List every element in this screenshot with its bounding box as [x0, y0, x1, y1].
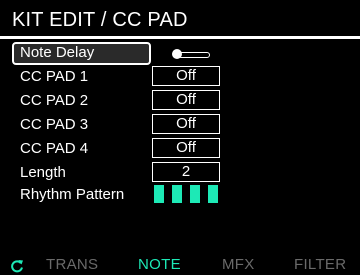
tab-trans[interactable]: TRANS — [46, 255, 98, 275]
param-row-cc-pad-4[interactable]: CC PAD 4 Off — [12, 138, 222, 160]
param-row-cc-pad-3[interactable]: CC PAD 3 Off — [12, 114, 222, 136]
page-title: KIT EDIT / CC PAD — [12, 9, 188, 31]
param-value-cc-pad-2[interactable]: Off — [152, 90, 220, 110]
tab-filter[interactable]: FILTER — [294, 255, 346, 275]
param-value-cc-pad-4[interactable]: Off — [152, 138, 220, 158]
param-row-note-delay[interactable]: Note Delay — [12, 42, 222, 65]
param-row-rhythm-pattern[interactable]: Rhythm Pattern — [12, 184, 222, 206]
param-row-length[interactable]: Length 2 — [12, 162, 222, 184]
param-value-cc-pad-1[interactable]: Off — [152, 66, 220, 86]
tab-note[interactable]: NOTE — [138, 255, 181, 275]
toggle-track — [178, 52, 210, 58]
toggle-knob — [172, 49, 182, 59]
rhythm-step-1[interactable] — [154, 185, 164, 203]
kit-edit-screen: KIT EDIT / CC PAD Note Delay CC PAD 1 Of… — [0, 0, 360, 275]
param-label-note-delay: Note Delay — [20, 44, 95, 61]
bottom-tab-bar: TRANS NOTE MFX FILTER — [0, 255, 360, 275]
refresh-icon[interactable] — [10, 259, 24, 273]
tab-mfx[interactable]: MFX — [222, 255, 255, 275]
rhythm-step-3[interactable] — [190, 185, 200, 203]
rhythm-step-2[interactable] — [172, 185, 182, 203]
param-label-length: Length — [20, 164, 66, 181]
param-label-rhythm-pattern: Rhythm Pattern — [20, 186, 125, 203]
param-value-length[interactable]: 2 — [152, 162, 220, 182]
rhythm-step-4[interactable] — [208, 185, 218, 203]
param-label-cc-pad-2: CC PAD 2 — [20, 92, 89, 109]
param-label-cc-pad-4: CC PAD 4 — [20, 140, 89, 157]
param-label-cc-pad-3: CC PAD 3 — [20, 116, 89, 133]
title-divider — [0, 36, 360, 39]
param-value-cc-pad-3[interactable]: Off — [152, 114, 220, 134]
param-row-cc-pad-1[interactable]: CC PAD 1 Off — [12, 66, 222, 88]
param-row-cc-pad-2[interactable]: CC PAD 2 Off — [12, 90, 222, 112]
param-label-cc-pad-1: CC PAD 1 — [20, 68, 89, 85]
note-delay-toggle[interactable] — [172, 49, 212, 59]
selection-highlight: Note Delay — [12, 42, 151, 65]
